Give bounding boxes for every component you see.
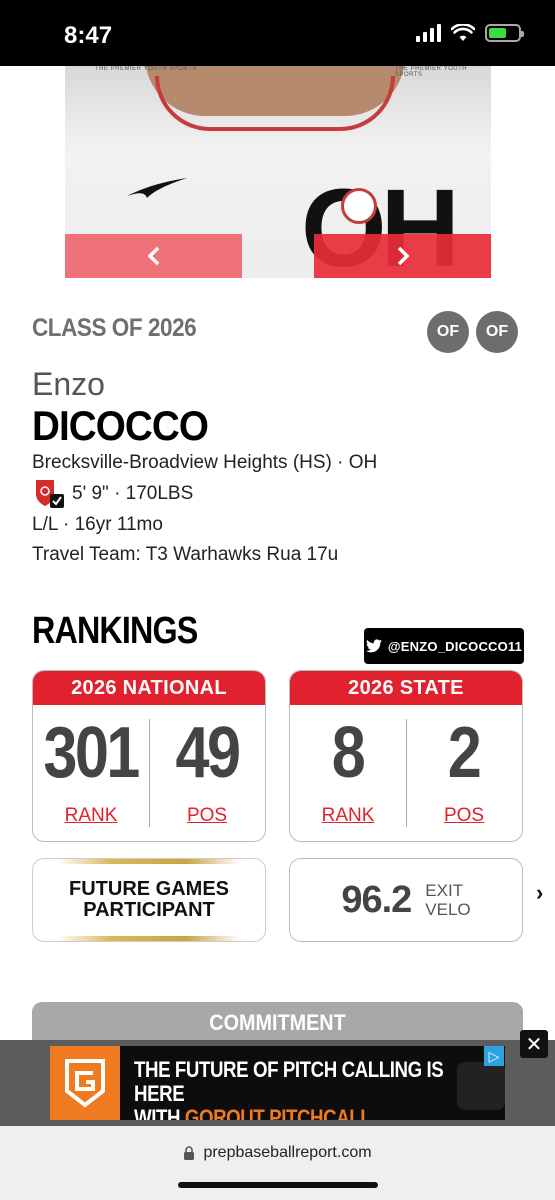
mizuno-logo-icon <box>127 178 187 198</box>
home-indicator[interactable] <box>178 1182 378 1188</box>
class-year: CLASS OF 2026 <box>32 314 197 342</box>
state-ranking-title: 2026 STATE <box>290 671 522 705</box>
ad-info-icon[interactable]: ▷ <box>484 1046 504 1066</box>
rankings-title: RANKINGS <box>32 610 198 652</box>
national-ranking-title: 2026 NATIONAL <box>33 671 265 705</box>
watch-image <box>457 1062 505 1110</box>
baseball-icon <box>341 188 377 224</box>
player-school: Brecksville-Broadview Heights (HS) · OH <box>32 452 378 473</box>
ad-line2-suffix: . <box>371 1105 377 1121</box>
status-time: 8:47 <box>64 22 113 49</box>
advertisement-banner[interactable]: THE FUTURE OF PITCH CALLING IS HERE WITH… <box>0 1040 555 1126</box>
commitment-title: COMMITMENT <box>209 1010 346 1035</box>
exit-velo-label-line1: EXIT <box>425 881 464 900</box>
url-text: prepbaseballreport.com <box>203 1144 372 1161</box>
twitter-icon <box>365 639 382 653</box>
player-travel-team: Travel Team: T3 Warhawks Rua 17u <box>32 544 339 565</box>
ad-line2-prefix: WITH <box>134 1105 185 1121</box>
exit-velo-label-line2: VELO <box>425 900 471 919</box>
position-badge: OF <box>427 311 469 353</box>
ad-close-button[interactable]: ✕ <box>520 1030 548 1058</box>
exit-velo-label: EXIT VELO <box>425 881 470 919</box>
national-rank-value: 301 <box>43 713 141 793</box>
twitter-handle-button[interactable]: @ENZO_DICOCCO11 <box>364 628 524 664</box>
shirt-tagline: THE PREMIER YOUTH SPORTS <box>395 66 468 78</box>
national-pos-link[interactable]: POS <box>187 805 227 827</box>
photo-next-button[interactable] <box>314 234 491 278</box>
position-badge: OF <box>476 311 518 353</box>
carousel-next-chevron-icon[interactable]: › <box>536 880 543 906</box>
chevron-left-icon <box>147 246 159 266</box>
twitter-handle: @ENZO_DICOCCO11 <box>387 638 523 654</box>
verified-shield-icon <box>36 480 64 508</box>
exit-velo-value: 96.2 <box>341 878 412 921</box>
state-pos-link[interactable]: POS <box>444 805 484 827</box>
state-ranking-card: 2026 STATE 8 RANK 2 POS <box>289 670 523 842</box>
state-rank-link[interactable]: RANK <box>322 805 375 827</box>
ad-line2: WITH GOROUT PITCHCALL. <box>134 1105 449 1121</box>
player-height-weight: 5' 9" · 170LBS <box>72 483 194 504</box>
wifi-icon <box>451 24 475 41</box>
battery-icon <box>485 24 524 42</box>
browser-url-bar[interactable]: prepbaseballreport.com <box>0 1126 555 1200</box>
national-pos-value: 49 <box>175 713 242 793</box>
gorout-logo-icon <box>50 1046 120 1120</box>
future-games-badge[interactable]: FUTURE GAMES PARTICIPANT <box>32 858 266 942</box>
future-games-label: FUTURE GAMES PARTICIPANT <box>69 878 229 921</box>
player-bats-throws-age: L/L · 16yr 11mo <box>32 514 163 535</box>
state-pos-value: 2 <box>448 713 482 793</box>
player-first-name: Enzo <box>32 366 105 402</box>
status-icons <box>416 24 524 42</box>
status-bar: 8:47 <box>0 0 555 66</box>
state-rank-value: 8 <box>332 713 366 793</box>
player-last-name: DICOCCO <box>32 402 209 449</box>
chevron-right-icon <box>397 246 409 266</box>
ad-text: THE FUTURE OF PITCH CALLING IS HERE WITH… <box>134 1057 449 1121</box>
lock-icon <box>184 1145 195 1160</box>
exit-velo-card[interactable]: 96.2 EXIT VELO <box>289 858 523 942</box>
ad-content[interactable]: THE FUTURE OF PITCH CALLING IS HERE WITH… <box>50 1046 505 1120</box>
shirt-tagline: THE PREMIER YOUTH SPORTS <box>95 66 197 72</box>
photo-prev-button[interactable] <box>65 234 242 278</box>
ad-line2-highlight: GOROUT PITCHCALL <box>184 1105 372 1121</box>
national-ranking-card: 2026 NATIONAL 301 RANK 49 POS <box>32 670 266 842</box>
national-rank-link[interactable]: RANK <box>65 805 118 827</box>
cellular-signal-icon <box>416 24 441 42</box>
ad-line1: THE FUTURE OF PITCH CALLING IS HERE <box>134 1057 444 1106</box>
